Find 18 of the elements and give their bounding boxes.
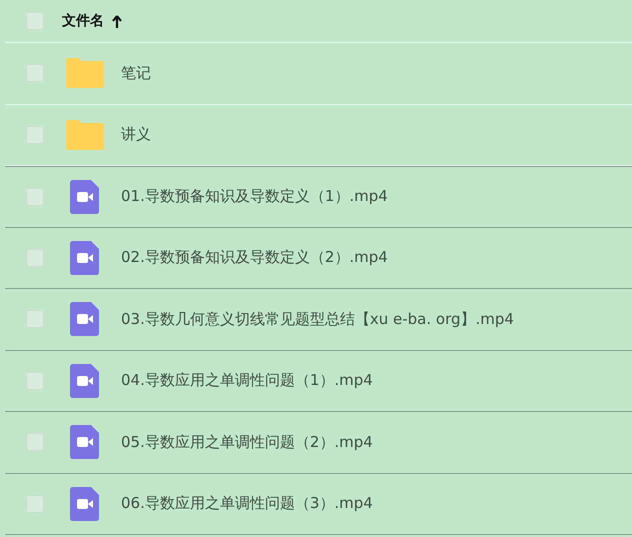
sort-arrow-icon[interactable] xyxy=(112,14,122,28)
file-name[interactable]: 02.导数预备知识及导数定义（2）.mp4 xyxy=(121,248,388,268)
file-name[interactable]: 笔记 xyxy=(121,64,151,83)
column-header[interactable]: 文件名 xyxy=(62,12,104,30)
video-file-icon xyxy=(70,302,99,336)
file-name[interactable]: 03.导数几何意义切线常见题型总结【xu e-ba. org】.mp4 xyxy=(121,310,514,329)
video-file-icon xyxy=(70,180,99,214)
folder-icon xyxy=(66,120,104,150)
file-name[interactable]: 讲义 xyxy=(121,125,151,144)
file-name[interactable]: 04.导数应用之单调性问题（1）.mp4 xyxy=(121,371,373,390)
file-name[interactable]: 01.导数预备知识及导数定义（1）.mp4 xyxy=(121,187,388,206)
file-name[interactable]: 05.导数应用之单调性问题（2）.mp4 xyxy=(121,432,373,452)
video-file-icon xyxy=(70,425,99,460)
video-file-icon xyxy=(70,364,99,398)
video-file-icon xyxy=(70,240,99,275)
video-file-icon xyxy=(70,486,99,521)
folder-icon xyxy=(66,58,104,88)
file-name[interactable]: 06.导数应用之单调性问题（3）.mp4 xyxy=(121,494,373,514)
